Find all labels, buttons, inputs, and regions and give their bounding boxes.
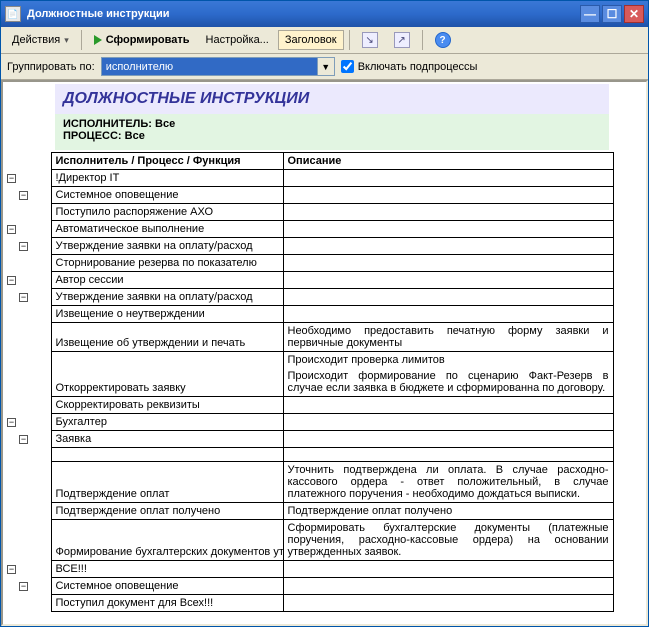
group-by-label: Группировать по: [7, 61, 95, 73]
app-icon: 📄 [5, 6, 21, 22]
table-row: Автор сессии [51, 272, 283, 289]
tree-toggle[interactable]: − [7, 418, 16, 427]
tree-toggle[interactable]: − [19, 435, 28, 444]
combo-dropdown-button[interactable]: ▼ [317, 58, 334, 75]
actions-menu[interactable]: Действия [5, 30, 76, 50]
table-row: Бухгалтер [51, 414, 283, 431]
table-cell: Необходимо предоставить печатную форму з… [283, 323, 613, 352]
tree-toggle[interactable]: − [7, 565, 16, 574]
table-cell: Подтверждение оплат получено [283, 503, 613, 520]
table-cell: Сформировать бухгалтерские документы (пл… [283, 520, 613, 561]
play-icon [94, 35, 102, 45]
include-subprocesses-checkbox[interactable] [341, 60, 354, 73]
report-area: ДОЛЖНОСТНЫЕ ИНСТРУКЦИИ ИСПОЛНИТЕЛЬ: Все … [1, 80, 648, 626]
maximize-button[interactable]: ☐ [602, 5, 622, 23]
table-row: Подтверждение оплат [51, 462, 283, 503]
col-description: Описание [283, 153, 613, 170]
table-cell: Происходит проверка лимитов [283, 352, 613, 369]
toolbar: Действия Сформировать Настройка... Загол… [1, 27, 648, 54]
tool-icon-1[interactable]: ↘ [355, 28, 385, 52]
form-label: Сформировать [106, 34, 190, 46]
table-row: Откорректировать заявку [51, 368, 283, 397]
group-by-input[interactable] [102, 58, 317, 75]
table-row: ВСЕ!!! [51, 561, 283, 578]
table-cell: Уточнить подтверждена ли оплата. В случа… [283, 462, 613, 503]
table-row: Скорректировать реквизиты [51, 397, 283, 414]
form-button[interactable]: Сформировать [87, 30, 197, 50]
close-button[interactable]: ✕ [624, 5, 644, 23]
tree-toggle[interactable]: − [19, 582, 28, 591]
tree-toggle[interactable]: − [7, 174, 16, 183]
report-header: ДОЛЖНОСТНЫЕ ИНСТРУКЦИИ [55, 84, 609, 114]
tree-toggle[interactable]: − [7, 276, 16, 285]
table-row: Извещение о неутверждении [51, 306, 283, 323]
table-row: Утверждение заявки на оплату/расход [51, 289, 283, 306]
tree-toggle[interactable]: − [19, 242, 28, 251]
group-by-combo[interactable]: ▼ [101, 57, 335, 76]
table-row: Утверждение заявки на оплату/расход [51, 238, 283, 255]
window-title: Должностные инструкции [27, 8, 580, 20]
table-row: Сторнирование резерва по показателю [51, 255, 283, 272]
help-button[interactable]: ? [428, 28, 458, 52]
table-row: Автоматическое выполнение [51, 221, 283, 238]
include-subprocesses-label: Включать подпроцессы [358, 61, 478, 73]
settings-button[interactable]: Настройка... [199, 30, 276, 50]
table-row: Системное оповещение [51, 578, 283, 595]
table-cell: Происходит формирование по сценарию Факт… [283, 368, 613, 397]
export-icon: ↗ [394, 32, 410, 48]
table-row: Поступил документ для Всех!!! [51, 595, 283, 612]
tree-toggle[interactable]: − [19, 293, 28, 302]
table-row: Формирование бухгалтерских документов ут… [51, 520, 283, 561]
report-table: ДОЛЖНОСТНЫЕ ИНСТРУКЦИИ ИСПОЛНИТЕЛЬ: Все … [3, 82, 614, 612]
titlebar: 📄 Должностные инструкции — ☐ ✕ [1, 1, 648, 27]
tree-toggle[interactable]: − [19, 191, 28, 200]
header-button[interactable]: Заголовок [278, 30, 344, 50]
table-row: Системное оповещение [51, 187, 283, 204]
table-row: Извещение об утверждении и печать [51, 323, 283, 352]
report-filters: ИСПОЛНИТЕЛЬ: Все ПРОЦЕСС: Все [55, 114, 609, 150]
tool-icon-2[interactable]: ↗ [387, 28, 417, 52]
minimize-button[interactable]: — [580, 5, 600, 23]
col-performer: Исполнитель / Процесс / Функция [51, 153, 283, 170]
tree-toggle[interactable]: − [7, 225, 16, 234]
table-row: Подтверждение оплат получено [51, 503, 283, 520]
table-row: Поступило распоряжение АХО [51, 204, 283, 221]
report-title: ДОЛЖНОСТНЫЕ ИНСТРУКЦИИ [63, 90, 601, 108]
table-row: !Директор IT [51, 170, 283, 187]
filter-bar: Группировать по: ▼ Включать подпроцессы [1, 54, 648, 80]
table-row: Заявка [51, 431, 283, 448]
help-icon: ? [435, 32, 451, 48]
import-icon: ↘ [362, 32, 378, 48]
report-scroll[interactable]: ДОЛЖНОСТНЫЕ ИНСТРУКЦИИ ИСПОЛНИТЕЛЬ: Все … [3, 82, 646, 624]
